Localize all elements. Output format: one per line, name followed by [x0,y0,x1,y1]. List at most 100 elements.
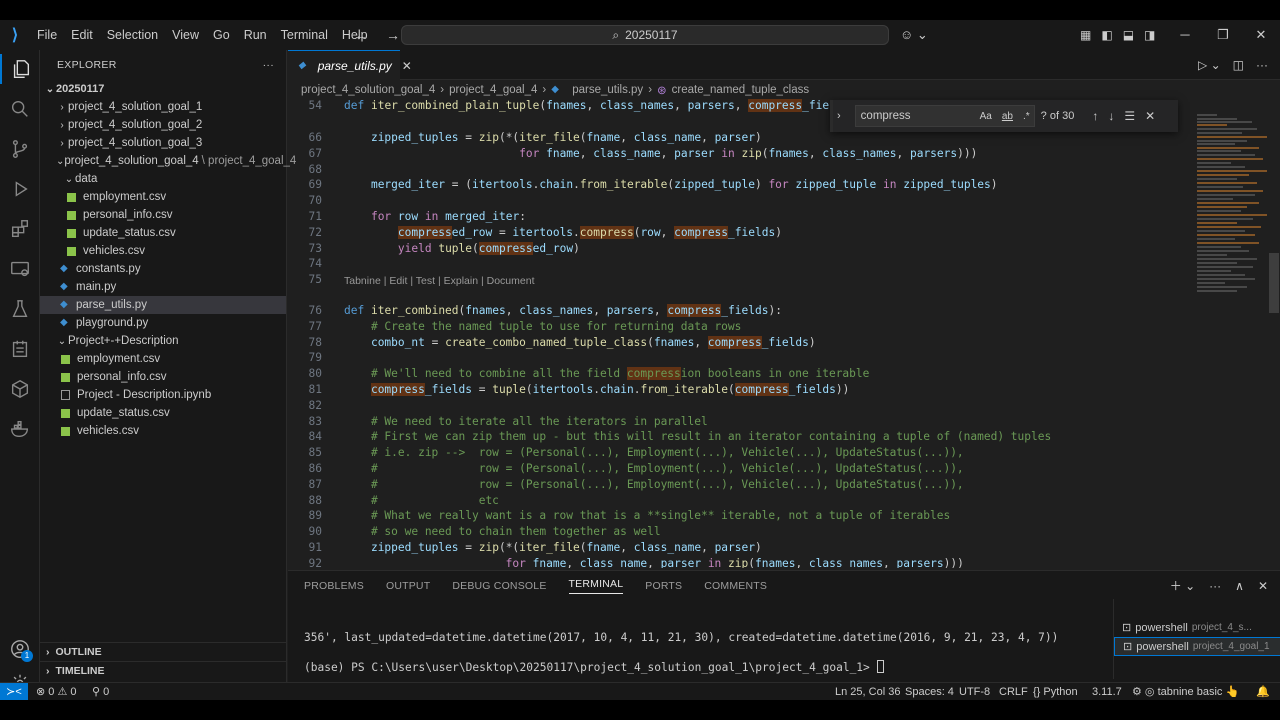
close-panel-icon[interactable]: ✕ [1258,571,1268,601]
tab-debug-console[interactable]: DEBUG CONSOLE [452,580,546,592]
file-vehicles-csv[interactable]: vehicles.csv [40,242,286,260]
explorer-icon[interactable] [0,54,40,84]
remote-indicator-icon[interactable]: ≻< [0,683,28,700]
close-find-icon[interactable]: ✕ [1145,109,1155,123]
outline-section[interactable]: › OUTLINE [40,642,286,660]
toggle-replace-icon[interactable]: › [837,110,841,122]
file-vehicles-csv-2[interactable]: vehicles.csv [40,422,286,440]
breadcrumb-item[interactable]: create_named_tuple_class [672,84,809,96]
file-parse-utils-py[interactable]: ◆ parse_utils.py [40,296,286,314]
file-constants-py[interactable]: ◆ constants.py [40,260,286,278]
menu-view[interactable]: View [165,20,206,50]
menu-run[interactable]: Run [237,20,274,50]
file-personal-info-csv-2[interactable]: personal_info.csv [40,368,286,386]
run-python-icon[interactable]: ▷ ⌄ [1198,50,1221,80]
toggle-secondary-sidebar-icon[interactable]: ◨ [1144,20,1155,50]
menu-edit[interactable]: Edit [64,20,100,50]
maximize-panel-icon[interactable]: ∧ [1235,571,1244,601]
folder-project-4-solution-goal-2[interactable]: › project_4_solution_goal_2 [40,116,286,134]
indentation[interactable]: Spaces: 4 [905,683,954,700]
problems-status[interactable]: ⊗ 0 ⚠ 0 [36,683,77,700]
breadcrumb-item[interactable]: project_4_solution_goal_4 [301,84,435,96]
folder-project-4-solution-goal-4[interactable]: ⌄ project_4_solution_goal_4 \ project_4_… [40,152,296,170]
tab-ports[interactable]: PORTS [645,580,682,592]
extensions-icon[interactable] [0,214,40,244]
minimap[interactable] [1193,110,1273,580]
new-terminal-icon[interactable]: ＋ ⌄ [1170,571,1195,601]
breadcrumb-item[interactable]: parse_utils.py [572,84,643,96]
toggle-panel-icon[interactable]: ⬓ [1123,20,1134,50]
end-of-line[interactable]: CRLF [999,683,1028,700]
menu-file[interactable]: File [30,20,64,50]
notifications-bell-icon[interactable]: 🔔 [1256,683,1270,700]
chevron-down-icon: ⌄ [56,155,65,167]
use-regex-icon[interactable]: .* [1023,111,1030,122]
file-employment-csv[interactable]: employment.csv [40,188,286,206]
command-center-search[interactable]: ⌕ 20250117 [401,25,889,45]
toggle-sidebar-icon[interactable]: ◧ [1101,20,1112,50]
breadcrumb-item[interactable]: project_4_goal_4 [449,84,537,96]
folder-data[interactable]: ⌄ data [40,170,286,188]
python-version[interactable]: 3.11.7 [1092,683,1122,700]
close-window-icon[interactable]: ✕ [1242,20,1280,50]
menu-selection[interactable]: Selection [100,20,165,50]
tabnine-status[interactable]: ⚙ ◎ tabnine basic 👆 [1132,683,1239,700]
docker-icon[interactable] [0,414,40,444]
match-case-icon[interactable]: Aa [980,111,992,122]
language-mode[interactable]: {} Python [1033,683,1078,700]
folder-project-4-solution-goal-1[interactable]: › project_4_solution_goal_1 [40,98,286,116]
source-control-icon[interactable] [0,134,40,164]
file-main-py[interactable]: ◆ main.py [40,278,286,296]
tab-output[interactable]: OUTPUT [386,580,430,592]
accounts-icon[interactable]: 1 [0,634,40,664]
restore-icon[interactable]: ❐ [1204,20,1242,50]
workspace-root[interactable]: ⌄ 20250117 [40,80,286,98]
tab-comments[interactable]: COMMENTS [704,580,767,592]
timeline-section[interactable]: › TIMELINE [40,661,286,679]
folder-project-description[interactable]: ⌄ Project+-+Description [40,332,286,350]
customize-layout-icon[interactable]: ▦ [1080,20,1091,50]
ports-status[interactable]: ⚲ 0 [92,683,109,700]
testing-icon[interactable] [0,294,40,324]
terminal-item[interactable]: ⊡ powershell project_4_s... [1114,618,1280,637]
tabnine-icon[interactable] [0,374,40,404]
menu-go[interactable]: Go [206,20,237,50]
tab-parse-utils-py[interactable]: ◆ parse_utils.py ✕ [288,50,412,80]
codelens[interactable]: Tabnine | Edit | Test | Explain | Docume… [344,275,534,287]
cursor-position[interactable]: Ln 25, Col 36 [835,683,900,700]
run-debug-icon[interactable] [0,174,40,204]
code-editor[interactable]: 54 def iter_combined_plain_tuple(fnames, … [288,98,1193,568]
vertical-scrollbar[interactable] [1269,253,1279,313]
file-project-description-ipynb[interactable]: Project - Description.ipynb [40,386,286,404]
match-whole-word-icon[interactable]: ab [1002,111,1013,122]
terminal-prompt-line[interactable]: (base) PS C:\Users\user\Desktop\20250117… [304,660,884,674]
more-actions-icon[interactable]: ··· [1256,50,1268,80]
back-arrow-icon[interactable]: ← [354,20,368,50]
jupyter-icon[interactable] [0,334,40,364]
search-icon[interactable] [0,94,40,124]
previous-match-icon[interactable]: ↑ [1092,109,1098,123]
next-match-icon[interactable]: ↓ [1108,109,1114,123]
minimize-icon[interactable]: ─ [1166,20,1204,50]
tab-problems[interactable]: PROBLEMS [304,580,364,592]
terminal-item-selected[interactable]: ⊡ powershell project_4_goal_1 [1114,637,1280,656]
split-editor-icon[interactable]: ◫ [1233,50,1244,80]
file-playground-py[interactable]: ◆ playground.py [40,314,286,332]
encoding[interactable]: UTF-8 [959,683,990,700]
file-update-status-csv-2[interactable]: update_status.csv [40,404,286,422]
more-actions-icon[interactable]: ··· [263,59,274,71]
file-update-status-csv[interactable]: update_status.csv [40,224,286,242]
find-in-selection-icon[interactable]: ☰ [1124,109,1135,123]
file-employment-csv-2[interactable]: employment.csv [40,350,286,368]
file-personal-info-csv[interactable]: personal_info.csv [40,206,286,224]
copilot-icon[interactable]: ☺ ⌄ [900,20,928,50]
forward-arrow-icon[interactable]: → [386,20,400,50]
minimap-line [1197,226,1261,228]
tab-terminal[interactable]: TERMINAL [568,578,624,594]
close-tab-icon[interactable]: ✕ [402,59,412,73]
find-input[interactable]: compress Aa ab .* [854,105,1035,127]
remote-explorer-icon[interactable] [0,254,40,284]
menu-terminal[interactable]: Terminal [274,20,335,50]
folder-project-4-solution-goal-3[interactable]: › project_4_solution_goal_3 [40,134,286,152]
more-actions-icon[interactable]: ··· [1209,571,1221,601]
